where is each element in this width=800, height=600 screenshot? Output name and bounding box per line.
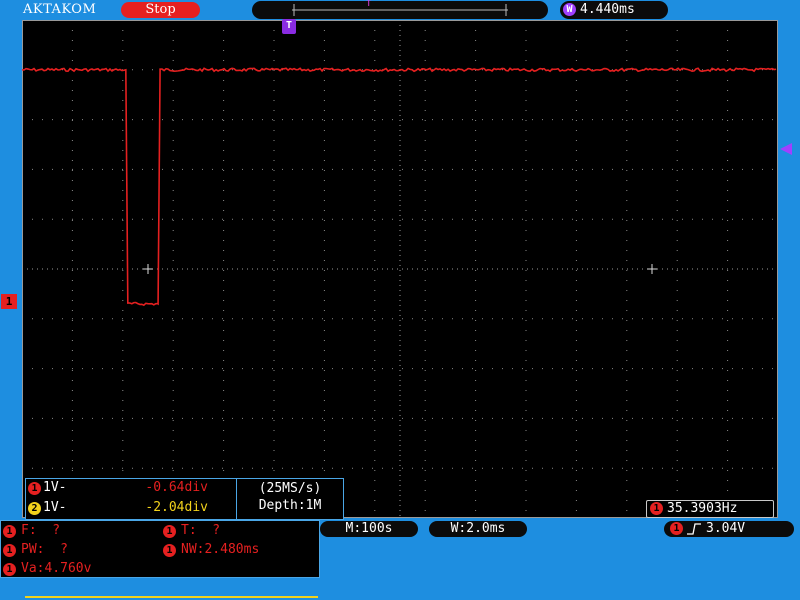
measure-amplitude-badge: 1: [3, 563, 16, 576]
trigger-level-arrow-icon[interactable]: [780, 143, 792, 155]
channel-1-badge: 1: [28, 482, 41, 495]
channel-1-settings[interactable]: 1 1V- -0.64div: [26, 479, 236, 498]
memory-position-bar[interactable]: T: [252, 0, 548, 19]
measure-pos-width-badge: 1: [3, 544, 16, 557]
memory-position-graphic: [292, 4, 508, 16]
channel-1-offset: -0.64div: [145, 480, 208, 495]
window-offset-icon: W: [563, 3, 576, 16]
channel-2-indicator-line: [25, 596, 318, 598]
frequency-value: 35.3903Hz: [667, 501, 738, 516]
measure-neg-width-badge: 1: [163, 544, 176, 557]
frequency-counter: 1 35.3903Hz: [646, 500, 774, 518]
trigger-level: 3.04V: [706, 521, 746, 536]
sample-rate: (25MS/s): [258, 481, 322, 496]
measurement-panel: 1 F: ? 1 T: ? 1 PW: ? 1 NW:2.480ms 1 Va:…: [0, 520, 320, 578]
trigger-position-marker[interactable]: T: [282, 19, 296, 34]
rising-edge-icon: [687, 523, 701, 535]
main-timebase[interactable]: M:100s: [320, 521, 418, 537]
brand-label: AKTAKOM: [23, 2, 97, 17]
memory-trigger-marker: T: [366, 0, 372, 9]
measure-frequency-badge: 1: [3, 525, 16, 538]
run-stop-button[interactable]: Stop: [121, 2, 200, 18]
channel-settings-panel: 1 1V- -0.64div 2 1V- -2.04div: [25, 478, 237, 520]
channel-2-badge: 2: [28, 502, 41, 515]
channel-2-offset: -2.04div: [145, 500, 208, 515]
time-offset-value: 4.440ms: [580, 2, 635, 17]
channel-2-settings[interactable]: 2 1V- -2.04div: [26, 499, 236, 518]
measure-period-badge: 1: [163, 525, 176, 538]
channel-1-marker[interactable]: 1: [1, 294, 17, 309]
acquisition-panel: (25MS/s) Depth:1M: [236, 478, 344, 520]
channel-1-scale: 1V-: [43, 480, 67, 495]
trigger-status[interactable]: 1 3.04V: [664, 521, 794, 537]
frequency-channel-badge: 1: [650, 502, 663, 515]
window-timebase[interactable]: W:2.0ms: [429, 521, 527, 537]
channel-1-trace: [21, 67, 777, 307]
waveform-graphic: [21, 20, 778, 518]
memory-depth: Depth:1M: [258, 498, 322, 513]
trigger-channel-badge: 1: [670, 522, 683, 535]
waveform-display: [21, 20, 778, 518]
channel-2-scale: 1V-: [43, 500, 67, 515]
